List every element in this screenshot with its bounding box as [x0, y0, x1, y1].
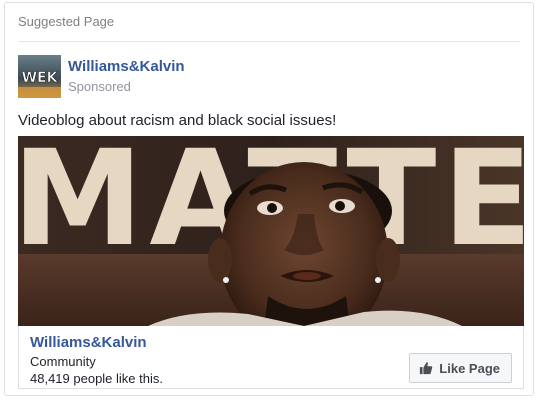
header-divider	[18, 41, 520, 42]
link-page-name[interactable]: Williams&Kalvin	[30, 334, 147, 351]
video-thumbnail[interactable]: MATTER	[18, 136, 524, 326]
page-logo-icon: WEK	[18, 55, 61, 98]
suggested-page-card: Suggested Page WEK Williams&Kalvin Spons…	[4, 2, 534, 396]
sponsored-label: Sponsored	[68, 79, 131, 94]
like-page-button[interactable]: Like Page	[409, 353, 512, 383]
page-like-count: 48,419 people like this.	[30, 371, 163, 386]
video-thumbnail-image: MATTER	[18, 136, 524, 326]
card-header: Suggested Page	[18, 14, 115, 29]
like-page-label: Like Page	[439, 360, 500, 376]
avatar-logo-text: WEK	[22, 70, 59, 86]
thumbs-up-icon	[420, 362, 433, 375]
post-text: Videoblog about racism and black social …	[18, 112, 337, 129]
page-avatar[interactable]: WEK	[18, 55, 61, 98]
page-link-box[interactable]: Williams&Kalvin Community 48,419 people …	[18, 326, 524, 389]
page-name-link[interactable]: Williams&Kalvin	[68, 58, 185, 75]
page-category: Community	[30, 354, 96, 369]
